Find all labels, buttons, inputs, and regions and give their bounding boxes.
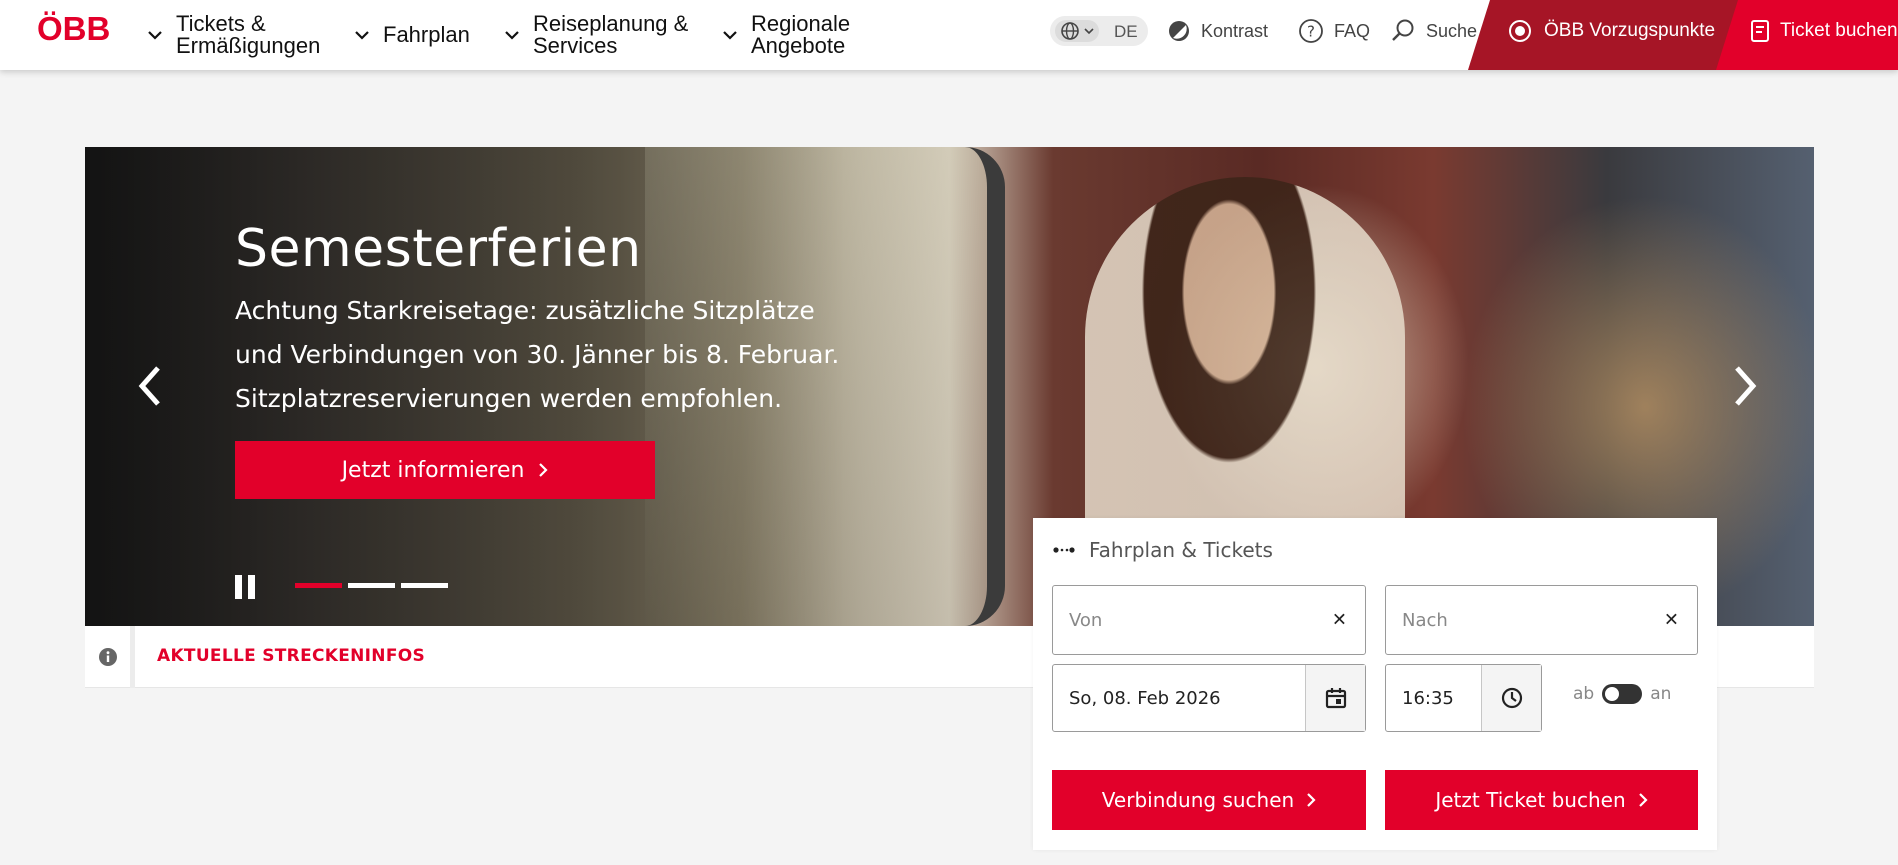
info-icon bbox=[98, 648, 117, 666]
nav-tickets-label: Tickets & Ermäßigungen bbox=[176, 11, 321, 58]
time-field[interactable]: 16:35 bbox=[1385, 664, 1542, 732]
faq-label: FAQ bbox=[1334, 20, 1371, 41]
hero-title: Semesterferien bbox=[235, 219, 642, 279]
contrast-toggle[interactable]: Kontrast bbox=[1167, 0, 1268, 62]
carousel-dot[interactable] bbox=[295, 583, 342, 588]
route-dots-icon bbox=[1053, 547, 1075, 553]
calendar-button[interactable] bbox=[1305, 665, 1365, 731]
vorzugspunkte-label: ÖBB Vorzugspunkte bbox=[1544, 20, 1716, 41]
chevron-down-icon bbox=[355, 31, 369, 40]
clear-to-icon[interactable]: ✕ bbox=[1664, 610, 1679, 631]
question-circle-icon: ? bbox=[1299, 19, 1323, 43]
chevron-down-icon bbox=[723, 31, 737, 40]
info-icon-box bbox=[85, 626, 135, 688]
hero-cta-label: Jetzt informieren bbox=[341, 457, 525, 483]
search-connection-label: Verbindung suchen bbox=[1101, 788, 1295, 812]
clock-icon bbox=[1501, 687, 1522, 709]
nav-reiseplanung-label: Reiseplanung & Services bbox=[533, 11, 689, 58]
nav-fahrplan[interactable]: Fahrplan bbox=[353, 0, 470, 70]
vorzugspunkte-button[interactable]: ÖBB Vorzugspunkte bbox=[1468, 0, 1748, 70]
from-field[interactable]: ✕ bbox=[1052, 585, 1366, 655]
language-code: DE bbox=[1114, 22, 1138, 41]
carousel-dot[interactable] bbox=[401, 583, 448, 588]
chevron-left-icon bbox=[138, 366, 160, 406]
carousel-pause-button[interactable] bbox=[235, 575, 257, 599]
chevron-right-icon bbox=[1638, 793, 1648, 807]
pause-icon-bar bbox=[235, 575, 242, 599]
nav-regionale-label: Regionale Angebote bbox=[751, 11, 851, 58]
carousel-prev-button[interactable] bbox=[130, 359, 170, 413]
contrast-icon bbox=[1169, 21, 1189, 41]
search-label: Suche bbox=[1426, 20, 1478, 41]
booking-panel-title: Fahrplan & Tickets bbox=[1089, 538, 1273, 562]
carousel-next-button[interactable] bbox=[1725, 359, 1765, 413]
contrast-label: Kontrast bbox=[1201, 20, 1269, 41]
clear-from-icon[interactable]: ✕ bbox=[1332, 610, 1347, 631]
ticket-buchen-label: Ticket buchen bbox=[1780, 20, 1898, 41]
faq-link[interactable]: ? FAQ bbox=[1298, 0, 1370, 62]
chevron-down-icon bbox=[505, 31, 519, 40]
pause-icon-bar bbox=[248, 575, 255, 599]
to-input[interactable] bbox=[1402, 586, 1620, 654]
chevron-down-icon bbox=[148, 31, 162, 40]
toggle-knob bbox=[1605, 687, 1620, 701]
carousel-indicators bbox=[295, 583, 448, 588]
toggle-switch[interactable] bbox=[1602, 684, 1643, 704]
search-link[interactable]: Suche bbox=[1390, 0, 1477, 62]
time-value: 16:35 bbox=[1402, 687, 1454, 709]
booking-panel-header: Fahrplan & Tickets bbox=[1053, 538, 1273, 562]
carousel-dot[interactable] bbox=[348, 583, 395, 588]
globe-icon bbox=[1061, 22, 1079, 40]
language-selector[interactable]: DE bbox=[1050, 16, 1148, 46]
hero-cta-button[interactable]: Jetzt informieren bbox=[235, 441, 655, 499]
chevron-right-icon bbox=[1307, 793, 1316, 807]
from-input[interactable] bbox=[1069, 586, 1288, 654]
nav-tickets[interactable]: Tickets & Ermäßigungen bbox=[146, 0, 320, 70]
toggle-label-an: an bbox=[1650, 684, 1672, 704]
toggle-label-ab: ab bbox=[1573, 684, 1595, 704]
book-ticket-label: Jetzt Ticket buchen bbox=[1435, 788, 1626, 812]
site-header: ÖBB Tickets & Ermäßigungen Fahrplan Reis… bbox=[0, 0, 1898, 70]
chevron-right-icon bbox=[539, 463, 548, 477]
hero-text: Achtung Starkreisetage: zusätzliche Sitz… bbox=[235, 296, 840, 413]
obb-logo[interactable]: ÖBB bbox=[37, 10, 119, 44]
to-field[interactable]: ✕ bbox=[1385, 585, 1698, 655]
booking-panel: Fahrplan & Tickets ✕ ✕ So, 08. Feb 2026 … bbox=[1033, 518, 1717, 850]
book-ticket-button[interactable]: Jetzt Ticket buchen bbox=[1385, 770, 1698, 830]
ticket-icon bbox=[1751, 20, 1769, 42]
date-value: So, 08. Feb 2026 bbox=[1069, 687, 1221, 709]
nav-regionale-angebote[interactable]: Regionale Angebote bbox=[721, 0, 850, 70]
search-icon bbox=[1392, 19, 1414, 41]
points-icon bbox=[1508, 19, 1532, 43]
svg-text:ÖBB: ÖBB bbox=[37, 10, 110, 44]
streckeninfo-label: AKTUELLE STRECKENINFOS bbox=[157, 646, 426, 666]
calendar-icon bbox=[1325, 688, 1346, 709]
departure-arrival-toggle[interactable]: ab an bbox=[1573, 684, 1671, 704]
search-connection-button[interactable]: Verbindung suchen bbox=[1052, 770, 1366, 830]
clock-button[interactable] bbox=[1481, 665, 1541, 731]
nav-fahrplan-label: Fahrplan bbox=[383, 22, 470, 47]
chevron-down-icon bbox=[1084, 28, 1094, 35]
chevron-right-icon bbox=[1735, 366, 1757, 406]
nav-reiseplanung[interactable]: Reiseplanung & Services bbox=[503, 0, 688, 70]
date-field[interactable]: So, 08. Feb 2026 bbox=[1052, 664, 1366, 732]
svg-text:?: ? bbox=[1307, 23, 1315, 41]
ticket-buchen-header-button[interactable]: Ticket buchen bbox=[1716, 0, 1898, 70]
language-globe-toggle[interactable] bbox=[1055, 20, 1099, 42]
